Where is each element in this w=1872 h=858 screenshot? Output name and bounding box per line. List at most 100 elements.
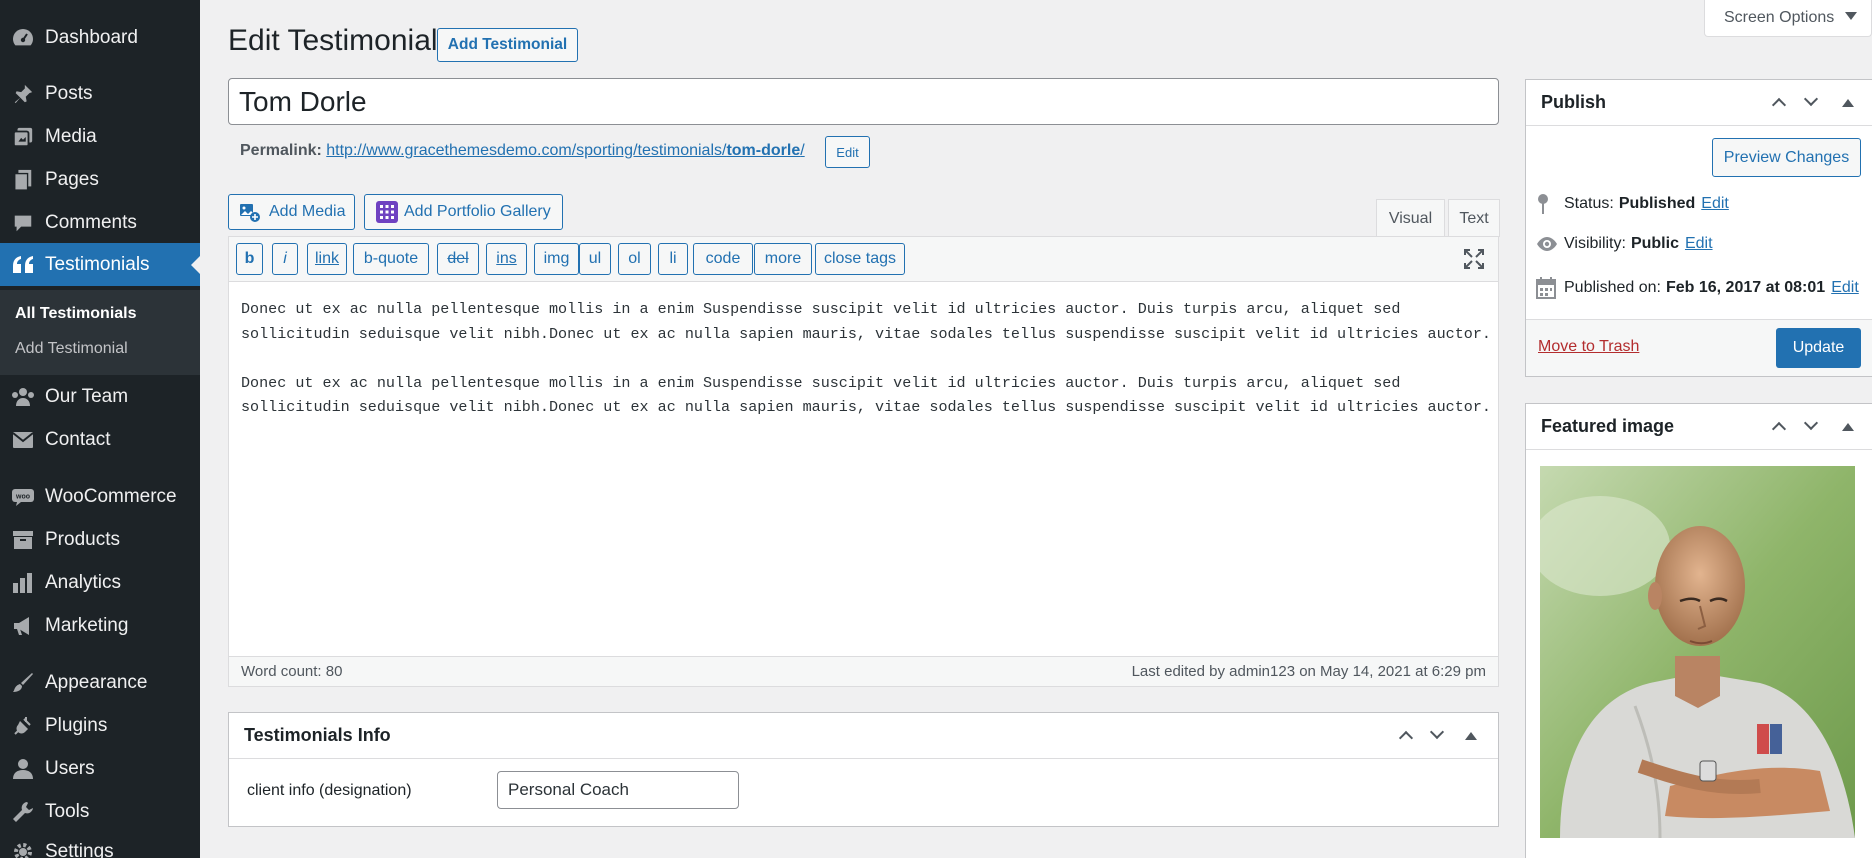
publish-title: Publish	[1541, 92, 1607, 112]
qt-close-tags-button[interactable]: close tags	[815, 243, 905, 275]
quote-icon	[10, 252, 36, 278]
move-up-icon[interactable]	[1398, 730, 1414, 746]
menu-contact[interactable]: Contact	[0, 418, 200, 461]
client-info-label: client info (designation)	[247, 782, 412, 799]
add-media-label: Add Media	[269, 203, 346, 220]
visibility-label: Visibility:	[1564, 235, 1626, 252]
calendar-icon	[1536, 277, 1558, 299]
preview-changes-button[interactable]: Preview Changes	[1712, 138, 1861, 177]
qt-ol-button[interactable]: ol	[618, 243, 651, 275]
publish-actions: Move to Trash Update	[1526, 319, 1872, 376]
wrench-icon	[10, 799, 36, 825]
testimonials-info-title: Testimonials Info	[244, 725, 391, 745]
menu-users[interactable]: Users	[0, 747, 200, 790]
qt-more-button[interactable]: more	[754, 243, 812, 275]
qt-bquote-button[interactable]: b-quote	[353, 243, 429, 275]
toggle-panel-icon[interactable]	[1842, 423, 1854, 431]
add-media-icon	[239, 201, 261, 223]
publish-box: Publish Preview Changes Status: Publishe…	[1525, 79, 1872, 377]
menu-products[interactable]: Products	[0, 518, 200, 561]
featured-image-thumbnail[interactable]	[1540, 466, 1855, 838]
published-label: Published on:	[1564, 279, 1661, 296]
word-count: Word count: 80	[241, 663, 343, 680]
menu-marketing[interactable]: Marketing	[0, 604, 200, 647]
featured-image-title: Featured image	[1541, 416, 1675, 436]
editor-status-bar: Word count: 80 Last edited by admin123 o…	[229, 656, 1498, 686]
tab-visual[interactable]: Visual	[1376, 199, 1445, 237]
toggle-panel-icon[interactable]	[1465, 732, 1477, 740]
update-button[interactable]: Update	[1776, 328, 1861, 368]
menu-posts[interactable]: Posts	[0, 72, 200, 115]
add-testimonial-button[interactable]: Add Testimonial	[437, 28, 578, 62]
team-icon	[10, 384, 36, 410]
status-label: Status:	[1564, 195, 1614, 212]
add-portfolio-gallery-button[interactable]: Add Portfolio Gallery	[364, 194, 563, 230]
users-icon	[10, 756, 36, 782]
post-title-input[interactable]: Tom Dorle	[228, 78, 1499, 125]
edit-visibility-link[interactable]: Edit	[1685, 235, 1713, 253]
published-date-row: Published on: Feb 16, 2017 at 08:01 Edit	[1536, 277, 1859, 299]
qt-ul-button[interactable]: ul	[579, 243, 611, 275]
qt-link-button[interactable]: link	[307, 243, 347, 275]
move-up-icon[interactable]	[1771, 97, 1787, 113]
submenu-all-testimonials[interactable]: All Testimonials	[15, 305, 137, 323]
permalink-label: Permalink:	[240, 142, 322, 159]
menu-media[interactable]: Media	[0, 115, 200, 158]
published-value: Feb 16, 2017 at 08:01	[1665, 279, 1826, 296]
fullscreen-icon[interactable]	[1463, 248, 1485, 270]
qt-ins-button[interactable]: ins	[486, 243, 527, 275]
menu-plugins[interactable]: Plugins	[0, 704, 200, 747]
caret-down-icon	[1845, 12, 1857, 20]
qt-code-button[interactable]: code	[693, 243, 753, 275]
tab-text[interactable]: Text	[1448, 199, 1500, 237]
add-media-button[interactable]: Add Media	[228, 194, 355, 230]
mail-icon	[10, 427, 36, 453]
move-to-trash-link[interactable]: Move to Trash	[1538, 338, 1639, 356]
admin-sidebar: Dashboard Posts Media Pages Comments Tes…	[0, 0, 200, 858]
toggle-panel-icon[interactable]	[1842, 99, 1854, 107]
move-down-icon[interactable]	[1803, 415, 1819, 431]
move-down-icon[interactable]	[1803, 91, 1819, 107]
submenu-add-testimonial[interactable]: Add Testimonial	[15, 340, 128, 358]
menu-comments[interactable]: Comments	[0, 201, 200, 244]
menu-our-team[interactable]: Our Team	[0, 375, 200, 418]
move-down-icon[interactable]	[1429, 724, 1445, 740]
page-title: Edit Testimonial	[228, 24, 438, 57]
menu-settings[interactable]: Settings	[0, 830, 200, 858]
woo-icon: woo	[10, 484, 36, 510]
bar-chart-icon	[10, 570, 36, 596]
text-editor: b i link b-quote del ins img ul ol li co…	[228, 236, 1499, 687]
qt-bold-button[interactable]: b	[236, 243, 263, 275]
testimonials-info-box: Testimonials Info client info (designati…	[228, 712, 1499, 827]
eye-icon	[1536, 236, 1558, 252]
megaphone-icon	[10, 613, 36, 639]
testimonials-submenu: All Testimonials Add Testimonial	[0, 290, 200, 375]
edit-status-link[interactable]: Edit	[1701, 195, 1729, 213]
move-up-icon[interactable]	[1771, 421, 1787, 437]
qt-img-button[interactable]: img	[534, 243, 579, 275]
qt-del-button[interactable]: del	[437, 243, 479, 275]
screen-options-label: Screen Options	[1724, 9, 1835, 26]
screen-options-button[interactable]: Screen Options	[1704, 0, 1872, 37]
edit-date-link[interactable]: Edit	[1831, 279, 1859, 297]
svg-text:woo: woo	[15, 493, 30, 500]
permalink-edit-button[interactable]: Edit	[825, 136, 870, 168]
menu-testimonials[interactable]: Testimonials	[0, 243, 200, 286]
menu-pages[interactable]: Pages	[0, 158, 200, 201]
menu-dashboard[interactable]: Dashboard	[0, 16, 200, 59]
permalink-row: Permalink: http://www.gracethemesdemo.co…	[240, 142, 805, 160]
pages-icon	[10, 167, 36, 193]
qt-italic-button[interactable]: i	[272, 243, 298, 275]
last-edited: Last edited by admin123 on May 14, 2021 …	[1131, 663, 1486, 680]
menu-analytics[interactable]: Analytics	[0, 561, 200, 604]
gallery-icon	[375, 200, 399, 224]
qt-li-button[interactable]: li	[658, 243, 688, 275]
client-info-input[interactable]: Personal Coach	[497, 771, 739, 809]
editor-content[interactable]: Donec ut ex ac nulla pellentesque mollis…	[241, 297, 1491, 420]
permalink-link[interactable]: http://www.gracethemesdemo.com/sporting/…	[326, 142, 804, 159]
menu-tools[interactable]: Tools	[0, 790, 200, 833]
menu-appearance[interactable]: Appearance	[0, 661, 200, 704]
menu-woocommerce[interactable]: woo WooCommerce	[0, 475, 200, 518]
active-indicator	[191, 256, 200, 274]
visibility-value: Public	[1630, 235, 1679, 252]
